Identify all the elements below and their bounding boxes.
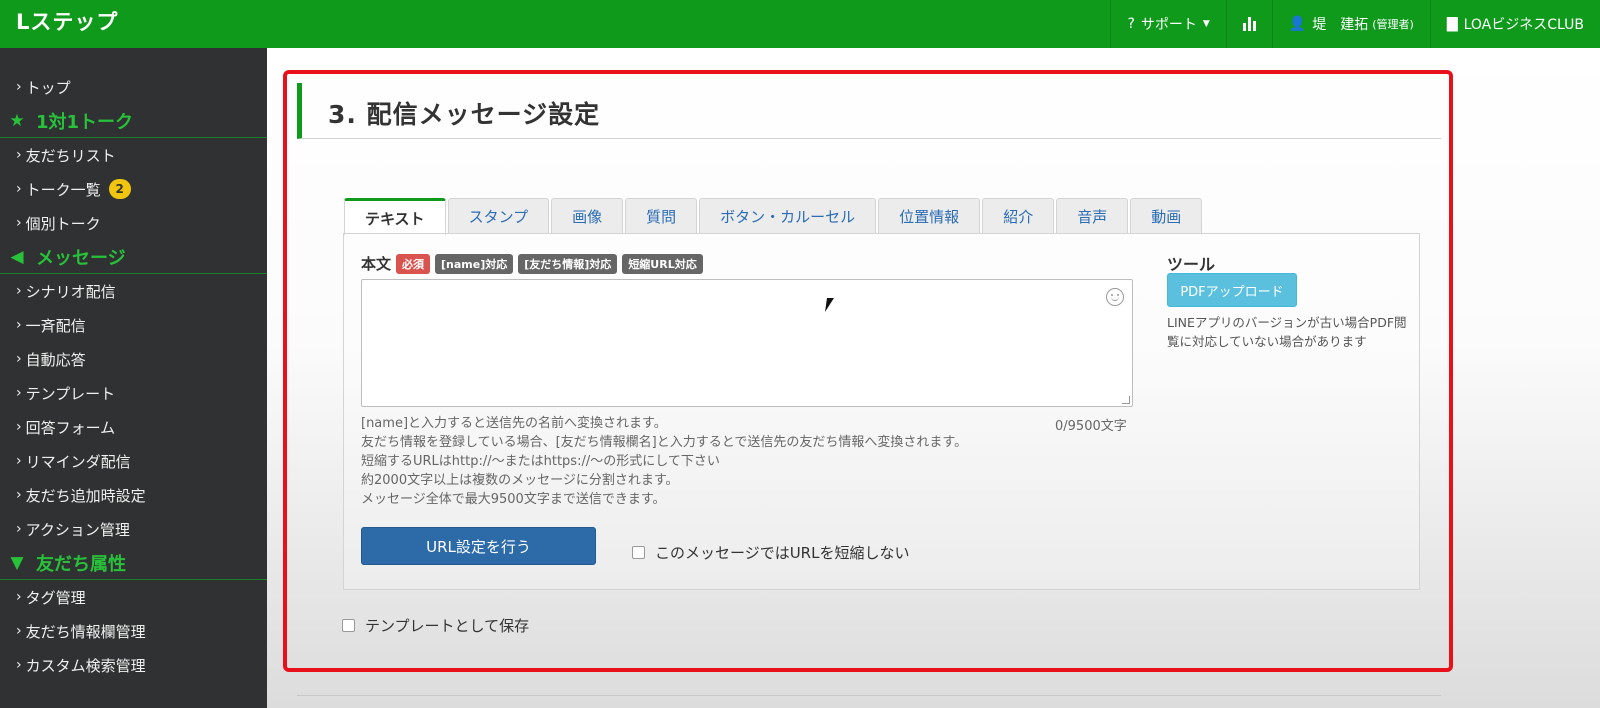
sidebar-item-label: 個別トーク	[25, 214, 101, 233]
sidebar-item-label: トーク一覧	[25, 180, 101, 199]
sidebar-item-label: タグ管理	[25, 588, 86, 607]
top-bar: Lステップ ? サポート ▼ 👤 堤 建拓 (管理者) ▇ LOAビジネスCLU…	[0, 0, 1600, 48]
sidebar-item-answer-form[interactable]: › 回答フォーム	[0, 410, 267, 444]
question-circle-icon: ?	[1127, 16, 1135, 32]
sidebar-item-friends-list[interactable]: › 友だちリスト	[0, 138, 267, 172]
account-menu[interactable]: ▇ LOAビジネスCLUB	[1429, 0, 1600, 48]
bar-chart-icon	[1242, 17, 1256, 31]
user-icon: 👤	[1288, 16, 1307, 32]
unread-badge: 2	[108, 179, 131, 199]
sidebar-item-individual-talk[interactable]: › 個別トーク	[0, 206, 267, 240]
user-name: 堤 建拓	[1312, 17, 1369, 33]
chevron-right-icon: ›	[16, 147, 22, 163]
filter-icon: ▼	[10, 552, 24, 573]
sidebar-item-label: アクション管理	[25, 520, 130, 539]
support-label: サポート	[1140, 17, 1197, 33]
user-menu[interactable]: 👤 堤 建拓 (管理者)	[1271, 0, 1430, 48]
caret-down-icon: ▼	[1202, 19, 1210, 29]
sidebar-section-label: 1対1トーク	[36, 111, 134, 133]
chevron-right-icon: ›	[16, 181, 22, 197]
chevron-right-icon: ›	[16, 657, 22, 673]
divider	[297, 695, 1441, 696]
sidebar-item-broadcast[interactable]: › 一斉配信	[0, 308, 267, 342]
sidebar-item-label: シナリオ配信	[25, 282, 116, 301]
sidebar-item-label: トップ	[25, 78, 71, 97]
sidebar-item-label: テンプレート	[25, 384, 116, 403]
star-icon: ★	[9, 110, 25, 131]
app-logo[interactable]: Lステップ	[16, 6, 118, 36]
sidebar-item-label: 友だちリスト	[25, 146, 116, 165]
chevron-right-icon: ›	[16, 79, 22, 95]
support-menu[interactable]: ? サポート ▼	[1110, 0, 1225, 48]
sidebar: › トップ ★ 1対1トーク › 友だちリスト › トーク一覧 2 › 個別トーク ◀ メッセ…	[0, 48, 267, 708]
sidebar-item-top[interactable]: › トップ	[0, 70, 267, 104]
chevron-right-icon: ›	[16, 589, 22, 605]
sidebar-item-label: 友だち追加時設定	[25, 486, 146, 505]
sidebar-item-tag-manage[interactable]: › タグ管理	[0, 580, 267, 614]
chevron-right-icon: ›	[16, 283, 22, 299]
sidebar-item-custom-search[interactable]: › カスタム検索管理	[0, 648, 267, 682]
chevron-right-icon: ›	[16, 419, 22, 435]
comment-icon: ▇	[1446, 16, 1458, 32]
chevron-right-icon: ›	[16, 521, 22, 537]
sidebar-item-action[interactable]: › アクション管理	[0, 512, 267, 546]
chevron-right-icon: ›	[16, 351, 22, 367]
sidebar-item-friend-add-setting[interactable]: › 友だち追加時設定	[0, 478, 267, 512]
account-label: LOAビジネスCLUB	[1463, 17, 1584, 33]
sidebar-section-label: メッセージ	[36, 247, 126, 269]
chevron-right-icon: ›	[16, 215, 22, 231]
sidebar-item-label: カスタム検索管理	[25, 656, 146, 675]
chevron-right-icon: ›	[16, 623, 22, 639]
stats-button[interactable]	[1225, 0, 1272, 48]
sidebar-item-friend-info-manage[interactable]: › 友だち情報欄管理	[0, 614, 267, 648]
top-nav: ? サポート ▼ 👤 堤 建拓 (管理者) ▇ LOAビジネスCLUB	[1110, 0, 1600, 48]
sidebar-item-template[interactable]: › テンプレート	[0, 376, 267, 410]
sidebar-item-talk-list[interactable]: › トーク一覧 2	[0, 172, 267, 206]
sidebar-section-message: ◀ メッセージ	[0, 240, 267, 274]
user-role: (管理者)	[1372, 18, 1414, 31]
sidebar-item-auto-reply[interactable]: › 自動応答	[0, 342, 267, 376]
sidebar-item-label: 自動応答	[25, 350, 86, 369]
chevron-right-icon: ›	[16, 385, 22, 401]
sidebar-item-label: リマインダ配信	[25, 452, 131, 471]
sidebar-item-label: 回答フォーム	[25, 418, 116, 437]
chevron-right-icon: ›	[16, 453, 22, 469]
sidebar-item-scenario[interactable]: › シナリオ配信	[0, 274, 267, 308]
megaphone-icon: ◀	[10, 246, 24, 267]
sidebar-item-remind[interactable]: › リマインダ配信	[0, 444, 267, 478]
sidebar-section-talk: ★ 1対1トーク	[0, 104, 267, 138]
chevron-right-icon: ›	[16, 487, 22, 503]
highlight-frame	[283, 70, 1453, 672]
sidebar-item-label: 一斉配信	[25, 316, 86, 335]
sidebar-item-label: 友だち情報欄管理	[25, 622, 146, 641]
sidebar-section-friend-attr: ▼ 友だち属性	[0, 546, 267, 580]
chevron-right-icon: ›	[16, 317, 22, 333]
sidebar-section-label: 友だち属性	[36, 553, 126, 575]
